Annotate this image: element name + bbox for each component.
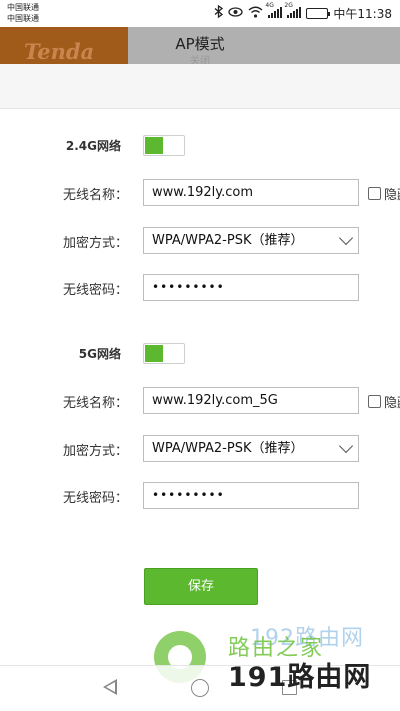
signal-icon-1: 4G (265, 2, 283, 21)
carrier-label-2: 中国联通 (7, 14, 39, 23)
wifi-24g-password-input[interactable]: ••••••••• (143, 274, 359, 301)
app-header: Tenda AP模式 关闭 (0, 27, 400, 64)
back-icon[interactable] (103, 679, 117, 695)
chevron-down-icon (338, 438, 354, 454)
wifi-24g-section-label: 2.4G网络 (65, 139, 121, 153)
wifi-24g-password-label: 无线密码： (62, 283, 128, 298)
chevron-down-icon (338, 230, 354, 246)
wifi-5g-encryption-value: WPA/WPA2-PSK（推荐） (152, 441, 304, 456)
wifi-5g-password-input[interactable]: ••••••••• (143, 482, 359, 509)
wifi-5g-encryption-select[interactable]: WPA/WPA2-PSK（推荐） (143, 435, 359, 462)
page-subtitle: 关闭 (190, 56, 210, 64)
status-bar: 中国联通 中国联通 4G 2G 中午11:38 (0, 0, 400, 27)
wifi-icon (248, 6, 263, 21)
wifi-5g-section-label: 5G网络 (78, 347, 121, 361)
wifi-24g-encryption-value: WPA/WPA2-PSK（推荐） (152, 233, 304, 248)
wifi-5g-ssid-input[interactable]: www.192ly.com_5G (143, 387, 359, 414)
bluetooth-icon (214, 4, 224, 21)
save-button[interactable]: 保存 (144, 568, 258, 605)
toggle-knob (145, 137, 163, 154)
clock: 中午11:38 (333, 6, 392, 21)
toggle-knob (145, 345, 163, 362)
wifi-5g-hide-option[interactable]: 隐藏 (368, 392, 400, 411)
wifi-24g-ssid-input[interactable]: www.192ly.com (143, 179, 359, 206)
home-icon[interactable] (191, 679, 209, 697)
wifi-5g-hide-checkbox[interactable] (368, 395, 381, 408)
page-title: AP模式 (175, 35, 225, 53)
wifi-24g-hide-checkbox[interactable] (368, 187, 381, 200)
wifi-24g-ssid-label: 无线名称： (62, 188, 128, 203)
status-icons: 4G 2G 中午11:38 (214, 2, 392, 21)
wifi-5g-ssid-label: 无线名称： (62, 396, 128, 411)
wifi-5g-encryption-label: 加密方式： (62, 444, 128, 459)
wifi-5g-password-label: 无线密码： (62, 491, 128, 506)
wifi-24g-toggle[interactable] (143, 135, 185, 156)
header-band (0, 64, 400, 109)
wifi-5g-toggle[interactable] (143, 343, 185, 364)
wifi-24g-encryption-label: 加密方式： (62, 236, 128, 251)
eye-icon (228, 6, 244, 20)
network-type-2: 2G (284, 1, 293, 9)
battery-icon (306, 7, 331, 19)
wifi-5g-hide-label: 隐藏 (384, 396, 400, 411)
network-type-1: 4G (265, 1, 274, 9)
signal-icon-2: 2G (284, 2, 302, 21)
wifi-24g-hide-option[interactable]: 隐藏 (368, 184, 400, 203)
carrier-label-1: 中国联通 (7, 3, 39, 12)
watermark-line-3: 191路由网 (228, 662, 372, 693)
wifi-24g-hide-label: 隐藏 (384, 188, 400, 203)
wifi-24g-encryption-select[interactable]: WPA/WPA2-PSK（推荐） (143, 227, 359, 254)
